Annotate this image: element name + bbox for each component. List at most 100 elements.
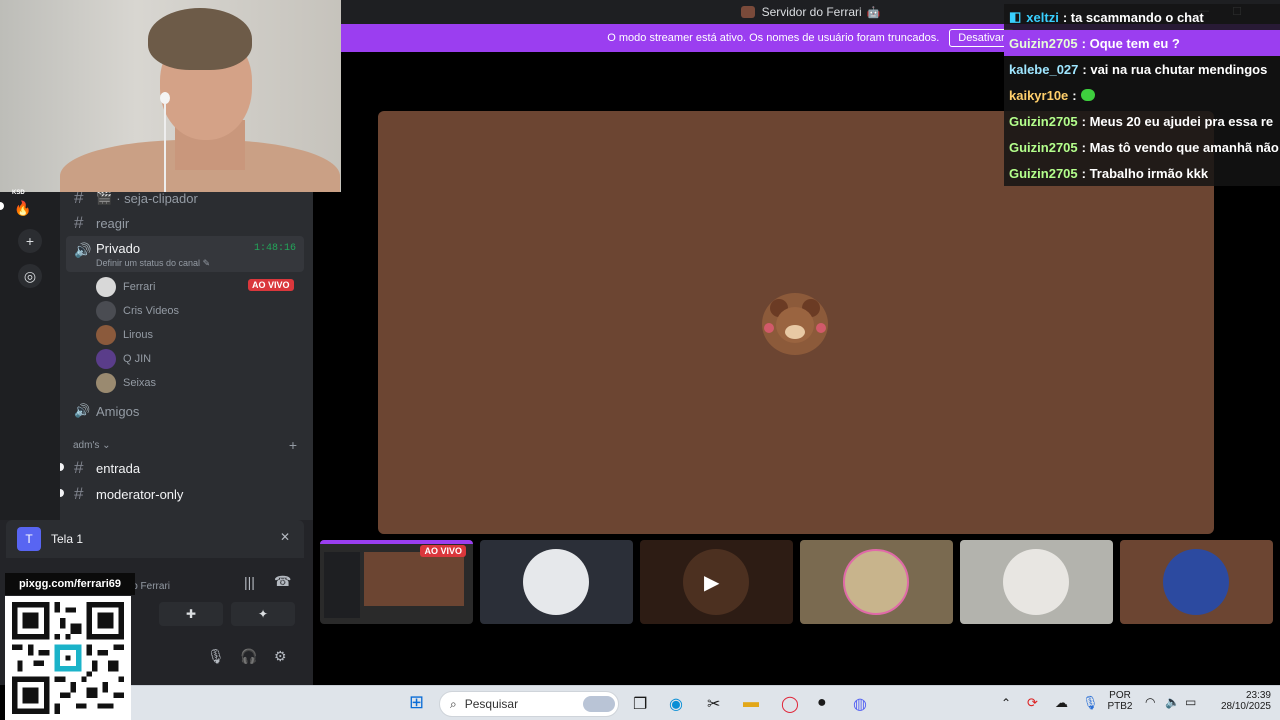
channel-label: Amigos	[96, 403, 140, 419]
task-view-icon[interactable]: ❐	[633, 694, 647, 714]
channel-entrada[interactable]: # entrada	[74, 458, 140, 478]
hash-icon: #	[74, 192, 84, 207]
channel-moderator-only[interactable]: # moderator-only	[74, 484, 183, 504]
channel-reagir[interactable]: # reagir	[74, 213, 129, 233]
member-name: Lirous	[123, 329, 153, 341]
language-indicator[interactable]: POR PTB2	[1105, 690, 1135, 712]
member-name: Cris Videos	[123, 305, 180, 317]
capcut-icon[interactable]: ✂	[707, 694, 720, 714]
voice-member[interactable]: Q JIN	[96, 349, 151, 369]
opera-icon[interactable]: ◯	[781, 694, 799, 714]
unread-indicator	[60, 489, 64, 497]
avatar	[96, 277, 116, 297]
channel-seja-clipador[interactable]: # 🎬 · seja-clipador	[74, 192, 198, 208]
voice-channel-privado[interactable]: 🔊 Privado Definir um status do canal ✎ 1…	[66, 236, 304, 272]
stream-chat-overlay: ◧ xeltzi : ta scammando o chat Guizin270…	[1004, 4, 1280, 186]
avatar	[96, 301, 116, 321]
system-clock[interactable]: 23:39 28/10/2025	[1207, 690, 1271, 712]
camera-icon: ▶	[704, 572, 720, 594]
microphone-icon[interactable]: 🎙	[207, 648, 225, 665]
chat-message: ◧ xeltzi : ta scammando o chat	[1004, 4, 1280, 30]
onedrive-icon[interactable]: ☁	[1055, 695, 1068, 711]
earbud-cable	[164, 104, 166, 192]
search-highlight-icon[interactable]	[583, 696, 615, 712]
battery-icon[interactable]: ▭	[1185, 695, 1196, 709]
soundwave-icon[interactable]: |||	[244, 574, 255, 590]
banner-text: O modo streamer está ativo. Os nomes de …	[607, 32, 940, 44]
voice-channel-status[interactable]: Definir um status do canal ✎	[96, 258, 210, 269]
fire-icon[interactable]: 🔥	[14, 200, 31, 217]
activities-button[interactable]: ✚	[159, 602, 223, 626]
member-name: Q JIN	[123, 353, 152, 365]
active-tile-indicator	[320, 540, 473, 544]
server-icon	[740, 6, 755, 18]
volume-icon[interactable]: 🔈	[1165, 695, 1180, 709]
avatar-flower	[816, 323, 826, 333]
search-icon: ⌕	[450, 696, 457, 711]
show-hidden-icons[interactable]: ⌃	[1001, 696, 1011, 710]
hash-icon: #	[74, 458, 84, 477]
edge-browser-icon[interactable]: ◉	[669, 694, 683, 714]
category-adms[interactable]: adm's ⌄	[73, 440, 111, 451]
voice-member[interactable]: Ferrari	[96, 277, 155, 297]
speaker-icon: 🔊	[74, 403, 91, 418]
microphone-tray-icon[interactable]: 🎙	[1082, 695, 1099, 711]
live-badge: AO VIVO	[420, 545, 466, 557]
selected-server-indicator	[0, 202, 4, 210]
participant-tile[interactable]	[960, 540, 1113, 624]
headphones-icon[interactable]: 🎧	[240, 648, 257, 665]
voice-channel-amigos[interactable]: 🔊 Amigos	[74, 403, 139, 419]
chat-text: : Meus 20 eu ajudei pra essa re	[1081, 113, 1274, 129]
avatar-muzzle	[785, 325, 805, 339]
chat-message: kaikyr10e :	[1004, 82, 1280, 108]
chat-username: Guizin2705	[1009, 139, 1078, 155]
user-avatar-bear	[762, 293, 828, 355]
avatar	[96, 349, 116, 369]
screen-share-icon: T	[17, 527, 41, 551]
chat-text: : Trabalho irmão kkk	[1081, 165, 1209, 181]
disconnect-icon[interactable]: ☎	[274, 573, 291, 590]
voice-member[interactable]: Cris Videos	[96, 301, 179, 321]
chat-message: kalebe_027 : vai na rua chutar mendingos	[1004, 56, 1280, 82]
stop-stream-icon[interactable]: ✕	[280, 530, 290, 544]
hash-icon: #	[74, 213, 84, 232]
participant-tile[interactable]	[800, 540, 953, 624]
voice-channel-name: Privado	[96, 241, 141, 256]
add-channel-icon[interactable]: +	[289, 437, 297, 453]
discover-icon[interactable]: ◎	[18, 264, 42, 288]
clock-date: 28/10/2025	[1220, 701, 1271, 712]
chat-username: xeltzi	[1026, 9, 1059, 25]
chat-username: kalebe_027	[1009, 61, 1079, 77]
settings-icon[interactable]: ⚙	[274, 648, 287, 665]
windows-start-icon[interactable]: ⊞	[409, 692, 424, 713]
add-server-icon[interactable]: +	[18, 229, 42, 253]
wifi-icon[interactable]: ◠	[1145, 695, 1155, 709]
participant-tile[interactable]: ▶	[640, 540, 793, 624]
participant-tile[interactable]	[480, 540, 633, 624]
avatar	[1163, 549, 1229, 615]
discord-taskbar-icon[interactable]: ◍	[853, 694, 867, 714]
webcam-overlay	[0, 0, 341, 192]
channel-label: · seja-clipador	[116, 192, 198, 206]
voice-connected-label: lo Ferrari	[130, 581, 171, 592]
member-name: Seixas	[123, 377, 157, 389]
webcam-person-hair	[148, 8, 252, 70]
chat-text: : vai na rua chutar mendingos	[1082, 61, 1268, 77]
chat-username: Guizin2705	[1009, 113, 1078, 129]
avatar	[523, 549, 589, 615]
stream-preview-bar[interactable]: T Tela 1 ✕	[6, 520, 304, 558]
soundboard-button[interactable]: ✦	[231, 602, 295, 626]
chat-message: Guizin2705 : Oque tem eu ?	[1004, 30, 1280, 56]
windows-taskbar: ⊞ ⌕ Pesquisar ❐ ◉ ✂ ▬ ◯ ● ◍ ⌃ ⟳ ☁ 🎙 POR …	[131, 685, 1280, 720]
sync-icon[interactable]: ⟳	[1027, 695, 1038, 711]
voice-channel-timer: 1:48:16	[253, 243, 296, 254]
chat-username: Guizin2705	[1009, 165, 1078, 181]
obs-icon[interactable]: ●	[817, 694, 827, 712]
voice-member[interactable]: Seixas	[96, 373, 156, 393]
participant-tile-stream[interactable]: AO VIVO	[320, 540, 473, 624]
voice-member[interactable]: Lirous	[96, 325, 153, 345]
file-explorer-icon[interactable]: ▬	[743, 694, 759, 712]
participant-tile[interactable]	[1120, 540, 1273, 624]
chat-message: Guizin2705 : Meus 20 eu ajudei pra essa …	[1004, 108, 1280, 134]
member-name: Ferrari	[123, 281, 156, 293]
